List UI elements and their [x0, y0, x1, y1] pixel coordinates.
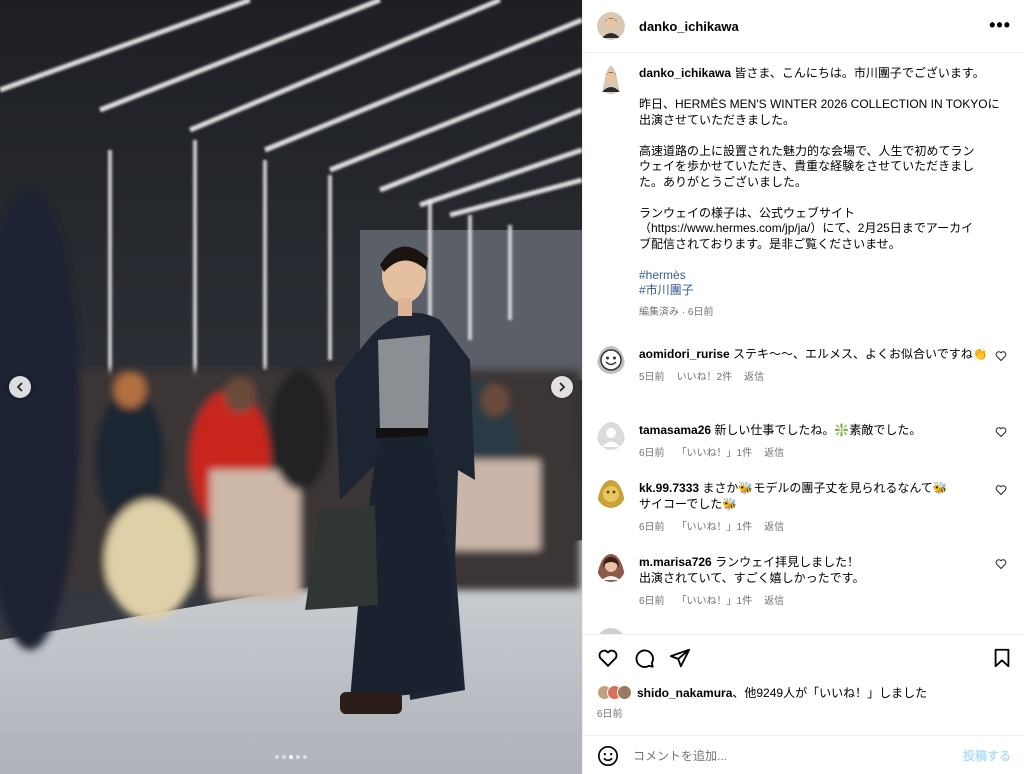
- post-comment-button[interactable]: 投稿する: [963, 747, 1011, 764]
- caption-meta: 編集済み · 6日前: [639, 306, 714, 318]
- post-actions: shido_nakamura、他9249人が「いいね！」しました 6日前 投稿す…: [583, 634, 1024, 774]
- commenter-username[interactable]: kk.99.7333: [639, 481, 699, 495]
- action-icons: [597, 647, 691, 669]
- comment-item: tamasama26 新しい仕事でしたね。❇️素敵でした。 6日前 「いいね！」…: [597, 422, 1017, 462]
- caption-paragraph-1: 昨日、HERMÈS MEN'S WINTER 2026 COLLECTION I…: [639, 97, 1000, 127]
- comment-input[interactable]: [633, 748, 933, 763]
- comment-icon[interactable]: [633, 647, 655, 669]
- comment-like-icon[interactable]: [995, 558, 1007, 570]
- caption-author[interactable]: danko_ichikawa: [639, 66, 731, 80]
- carousel-dot: [303, 755, 307, 759]
- liker-avatar: [617, 685, 632, 700]
- comment-time: 6日前: [639, 596, 665, 607]
- carousel-dot: [296, 755, 300, 759]
- post-sidebar: danko_ichikawa ••• danko_ichikawa 皆さま、こん…: [582, 0, 1024, 774]
- liker-avatars: [597, 685, 632, 700]
- comment-likes[interactable]: 「いいね！」1件: [677, 520, 753, 536]
- caption-paragraph-3: ランウェイの様子は、公式ウェブサイト （https://www.hermes.c…: [639, 205, 974, 251]
- hashtag-link[interactable]: #市川團子: [639, 283, 1011, 299]
- likes-summary[interactable]: shido_nakamura 、他9249人が「いいね！」しました: [597, 684, 927, 701]
- carousel-dot-active: [289, 755, 293, 759]
- comment-item: m.marisa726 ランウェイ拝見しました！ 出演されていて、すごく嬉しかっ…: [597, 554, 1017, 610]
- liker-username[interactable]: shido_nakamura: [637, 686, 732, 700]
- bookmark-button[interactable]: [991, 647, 1013, 669]
- post-header: danko_ichikawa •••: [583, 0, 1024, 53]
- carousel-dot: [282, 755, 286, 759]
- author-username[interactable]: danko_ichikawa: [639, 19, 739, 34]
- likes-text: 、他9249人が「いいね！」しました: [732, 686, 928, 700]
- commenter-avatar[interactable]: [597, 480, 625, 536]
- comment-likes[interactable]: 「いいね！」1件: [677, 446, 753, 462]
- emoji-icon[interactable]: [597, 745, 619, 767]
- comment-like-icon[interactable]: [995, 350, 1007, 362]
- hashtag-link[interactable]: #hermès: [639, 268, 1011, 284]
- carousel-indicator: [0, 755, 582, 759]
- caption-greeting: 皆さま、こんにちは。市川團子でございます。: [734, 66, 985, 80]
- bookmark-icon: [994, 648, 1010, 668]
- comment-time: 6日前: [639, 522, 665, 533]
- post-caption: danko_ichikawa 皆さま、こんにちは。市川團子でございます。 昨日、…: [597, 66, 1017, 320]
- comment-likes[interactable]: 「いいね！」1件: [677, 594, 753, 610]
- comment-time: 5日前: [639, 372, 665, 383]
- chevron-right-icon: [559, 382, 566, 392]
- comment-like-icon[interactable]: [995, 426, 1007, 438]
- commenter-username[interactable]: tamasama26: [639, 423, 711, 437]
- commenter-username[interactable]: m.marisa726: [639, 555, 712, 569]
- previous-image-button[interactable]: [9, 376, 31, 398]
- comments-section[interactable]: danko_ichikawa 皆さま、こんにちは。市川團子でございます。 昨日、…: [583, 54, 1024, 634]
- comment-item: aomidori_rurise ステキ〜〜、エルメス、よくお似合いですね👏 5日…: [597, 346, 1017, 386]
- comment-like-icon[interactable]: [995, 484, 1007, 496]
- comment-text: ステキ〜〜、エルメス、よくお似合いですね👏: [733, 347, 988, 361]
- comment-likes[interactable]: いいね！2件: [677, 370, 733, 386]
- commenter-avatar[interactable]: [597, 554, 625, 610]
- more-options-icon[interactable]: •••: [989, 16, 1011, 34]
- send-icon[interactable]: [669, 647, 691, 669]
- carousel-dot: [275, 755, 279, 759]
- post-photo[interactable]: [0, 0, 582, 774]
- commenter-username[interactable]: aomidori_rurise: [639, 347, 730, 361]
- post-date: 6日前: [597, 709, 623, 720]
- caption-avatar[interactable]: [597, 66, 625, 320]
- chevron-left-icon: [16, 382, 23, 392]
- comment-time: 6日前: [639, 448, 665, 459]
- caption-paragraph-2: 高速道路の上に設置された魅力的な会場で、人生で初めてラン ウェイを歩かせていただ…: [639, 143, 975, 189]
- reply-button[interactable]: 返信: [764, 520, 784, 536]
- commenter-avatar[interactable]: [597, 346, 625, 386]
- runway-photo-image: [0, 0, 582, 774]
- commenter-avatar[interactable]: [597, 422, 625, 462]
- reply-button[interactable]: 返信: [764, 446, 784, 462]
- reply-button[interactable]: 返信: [744, 370, 764, 386]
- comment-text: 新しい仕事でしたね。❇️素敵でした。: [714, 423, 922, 437]
- author-avatar[interactable]: [597, 12, 625, 40]
- next-image-button[interactable]: [551, 376, 573, 398]
- comment-item: kk.99.7333 まさか🐝モデルの團子丈を見られるなんて🐝 サイコーでした🐝…: [597, 480, 1017, 536]
- reply-button[interactable]: 返信: [764, 594, 784, 610]
- add-comment-bar: 投稿する: [583, 735, 1024, 774]
- heart-icon[interactable]: [597, 647, 619, 669]
